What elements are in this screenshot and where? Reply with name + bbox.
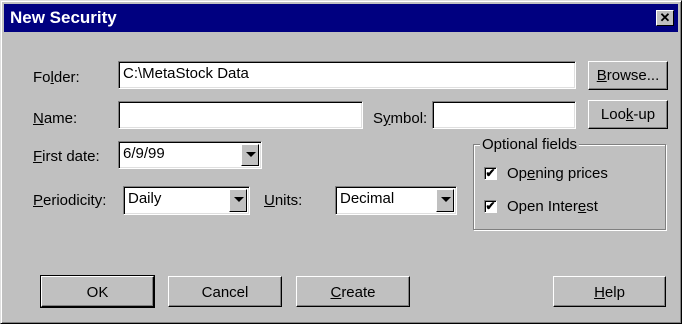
open-interest-checkbox[interactable]: ✔	[484, 200, 497, 213]
periodicity-label: Periodicity:	[33, 192, 107, 209]
lookup-button[interactable]: Look-up	[588, 100, 668, 129]
units-label: Units:	[264, 192, 303, 209]
title-bar: New Security ✕	[4, 4, 678, 32]
name-label: Name:	[33, 110, 78, 127]
folder-input[interactable]: C:\MetaStock Data	[118, 61, 576, 89]
opening-prices-label: Opening prices	[507, 165, 608, 182]
chevron-down-icon[interactable]	[436, 189, 454, 212]
opening-prices-checkbox[interactable]: ✔	[484, 167, 497, 180]
first-date-value: 6/9/99	[123, 145, 165, 162]
name-input[interactable]	[118, 101, 363, 129]
ok-button[interactable]: OK	[40, 275, 155, 308]
create-button[interactable]: Create	[296, 276, 410, 307]
new-security-dialog: New Security ✕ Folder: C:\MetaStock Data…	[0, 0, 682, 324]
dialog-title: New Security	[10, 8, 117, 27]
periodicity-value: Daily	[128, 190, 162, 207]
symbol-label: Symbol:	[373, 110, 428, 127]
open-interest-label: Open Interest	[507, 198, 598, 215]
symbol-input[interactable]	[432, 101, 576, 129]
folder-label: Folder:	[33, 69, 80, 86]
periodicity-select[interactable]: Daily	[123, 186, 250, 215]
first-date-label: First date:	[33, 148, 100, 165]
close-icon[interactable]: ✕	[656, 10, 674, 26]
first-date-picker[interactable]: 6/9/99	[118, 141, 262, 169]
chevron-down-icon[interactable]	[241, 144, 259, 166]
cancel-button[interactable]: Cancel	[168, 276, 282, 307]
help-button[interactable]: Help	[553, 276, 666, 307]
units-select[interactable]: Decimal	[335, 186, 457, 215]
optional-fields-title: Optional fields	[480, 136, 580, 153]
optional-fields-group	[473, 144, 666, 230]
chevron-down-icon[interactable]	[229, 189, 247, 212]
units-value: Decimal	[340, 190, 395, 207]
browse-button[interactable]: Browse...	[588, 61, 668, 90]
